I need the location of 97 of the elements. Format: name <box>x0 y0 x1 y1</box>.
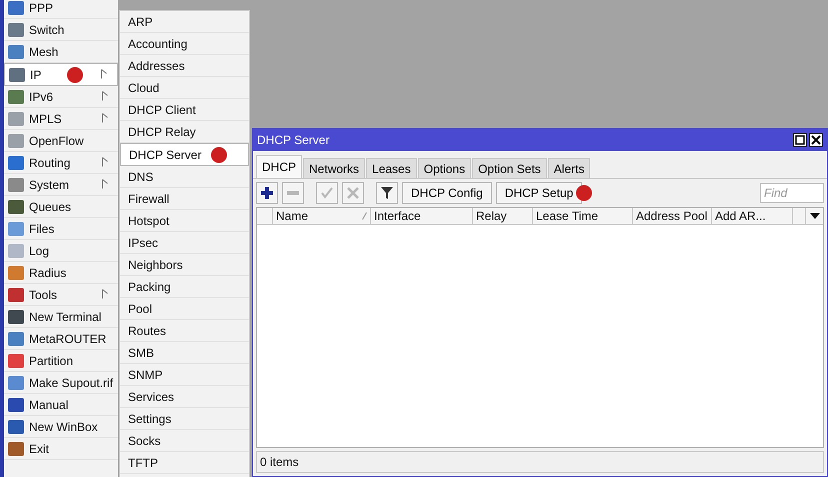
column-header[interactable]: Relay <box>476 209 507 223</box>
menu-item[interactable]: MPLS <box>4 108 118 130</box>
submenu-arrow-icon <box>102 91 108 101</box>
menu-item[interactable]: Switch <box>4 19 118 41</box>
submenu-arrow-icon <box>102 179 108 189</box>
filter-button[interactable] <box>376 182 398 204</box>
column-header[interactable]: Interface <box>374 209 421 223</box>
marker-dot <box>576 185 592 201</box>
tab[interactable]: Alerts <box>548 158 590 178</box>
menu-item[interactable]: New Terminal <box>4 306 118 328</box>
maximize-button[interactable] <box>793 133 807 147</box>
submenu-item[interactable]: Neighbors <box>120 254 249 276</box>
find-field[interactable]: Find <box>760 183 824 203</box>
menu-icon <box>8 288 24 302</box>
menu-item[interactable]: Manual <box>4 394 118 416</box>
column-header[interactable]: Address Pool <box>636 209 708 223</box>
tab[interactable]: Option Sets <box>472 158 547 178</box>
submenu-item[interactable]: DHCP Server <box>120 143 249 166</box>
menu-item[interactable]: MetaROUTER <box>4 328 118 350</box>
tab[interactable]: DHCP <box>256 155 302 178</box>
tab[interactable]: Options <box>418 158 472 178</box>
submenu-item[interactable]: Packing <box>120 276 249 298</box>
submenu-item[interactable]: TFTP <box>120 452 249 474</box>
menu-item[interactable]: Exit <box>4 438 118 460</box>
menu-item[interactable]: Radius <box>4 262 118 284</box>
menu-icon <box>8 420 24 434</box>
tab[interactable]: Networks <box>303 158 366 178</box>
menu-icon <box>8 266 24 280</box>
menu-icon <box>8 376 24 390</box>
menu-icon <box>8 112 24 126</box>
submenu-item[interactable]: Accounting <box>120 33 249 55</box>
sort-icon <box>362 212 367 220</box>
close-button[interactable] <box>809 133 823 147</box>
submenu-item[interactable]: Socks <box>120 430 249 452</box>
menu-icon <box>8 222 24 236</box>
submenu-item[interactable]: Settings <box>120 408 249 430</box>
filter-icon <box>380 186 394 200</box>
menu-item[interactable]: PPP <box>4 0 118 19</box>
menu-icon <box>9 68 25 82</box>
submenu-item[interactable]: Firewall <box>120 188 249 210</box>
menu-icon <box>8 442 24 456</box>
menu-item[interactable]: Tools <box>4 284 118 306</box>
submenu-item[interactable]: DHCP Client <box>120 99 249 121</box>
submenu-item[interactable]: Pool <box>120 298 249 320</box>
toolbar-button[interactable]: DHCP Config <box>402 182 492 204</box>
submenu-arrow-icon <box>102 113 108 123</box>
submenu-item[interactable]: Hotspot <box>120 210 249 232</box>
item-count: 0 items <box>260 455 299 469</box>
submenu-item[interactable]: SNMP <box>120 364 249 386</box>
column-header[interactable]: Name <box>276 209 308 223</box>
window-title: DHCP Server <box>257 133 330 147</box>
submenu-item[interactable]: Services <box>120 386 249 408</box>
submenu-arrow-icon <box>102 157 108 167</box>
menu-icon <box>8 0 24 14</box>
submenu-arrow-icon <box>101 69 107 79</box>
column-header[interactable]: Lease Time <box>536 209 598 223</box>
menu-icon <box>8 200 24 214</box>
menu-icon <box>8 22 24 36</box>
menu-item[interactable]: Make Supout.rif <box>4 372 118 394</box>
menu-item[interactable]: Files <box>4 218 118 240</box>
menu-item[interactable]: Partition <box>4 350 118 372</box>
menu-item[interactable]: Log <box>4 240 118 262</box>
menu-item[interactable]: New WinBox <box>4 416 118 438</box>
menu-icon <box>8 156 24 170</box>
menu-icon <box>8 244 24 258</box>
menu-icon <box>8 354 24 368</box>
column-header[interactable]: Add AR... <box>715 209 766 223</box>
submenu-item[interactable]: Routes <box>120 320 249 342</box>
submenu-item[interactable]: IPsec <box>120 232 249 254</box>
menu-item[interactable]: IP <box>4 63 118 86</box>
menu-icon <box>8 332 24 346</box>
tab[interactable]: Leases <box>366 158 417 178</box>
menu-icon <box>8 90 24 104</box>
menu-item[interactable]: OpenFlow <box>4 130 118 152</box>
close-icon <box>811 135 821 145</box>
check-icon <box>320 186 334 200</box>
menu-item[interactable]: System <box>4 174 118 196</box>
menu-icon <box>8 178 24 192</box>
submenu-item[interactable]: Cloud <box>120 77 249 99</box>
menu-icon <box>8 310 24 324</box>
submenu-item[interactable]: DNS <box>120 166 249 188</box>
plus-icon <box>260 186 274 200</box>
menu-item[interactable]: IPv6 <box>4 86 118 108</box>
menu-item[interactable]: Queues <box>4 196 118 218</box>
menu-icon <box>8 398 24 412</box>
column-menu-icon[interactable] <box>810 213 820 219</box>
menu-item[interactable]: Routing <box>4 152 118 174</box>
maximize-icon <box>795 135 805 145</box>
menu-icon <box>8 134 24 148</box>
submenu-arrow-icon <box>102 289 108 299</box>
add-button[interactable] <box>256 182 278 204</box>
submenu-item[interactable]: SMB <box>120 342 249 364</box>
menu-icon <box>8 44 24 58</box>
submenu-item[interactable]: Addresses <box>120 55 249 77</box>
submenu-item[interactable]: ARP <box>120 11 249 33</box>
toolbar-button[interactable]: DHCP Setup <box>496 182 582 204</box>
cross-icon <box>346 186 360 200</box>
